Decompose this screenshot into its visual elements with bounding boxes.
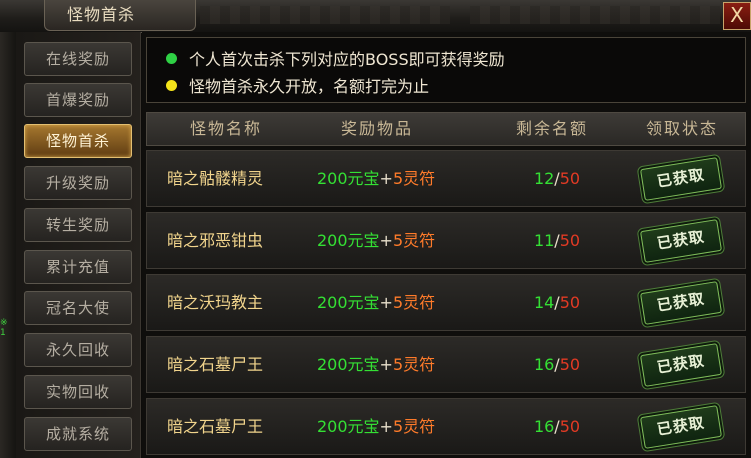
reward-plus: +: [379, 231, 393, 250]
claimed-stamp: 已获取: [639, 405, 723, 449]
table-row: 暗之邪恶钳虫 200元宝+5灵符 11/50 已获取: [146, 212, 746, 269]
reward-item: 200元宝+5灵符: [317, 213, 435, 268]
quota-remaining: 14: [533, 293, 555, 312]
green-dot-icon: [166, 53, 177, 64]
reward-ingot: 200元宝: [317, 355, 380, 374]
header-reward-item: 奖励物品: [340, 119, 413, 138]
reward-charm: 5灵符: [392, 355, 436, 374]
notice-line-availability: 怪物首杀永久开放，名额打完为止: [189, 77, 430, 96]
claimed-stamp: 已获取: [639, 281, 723, 325]
title-bar-ornament: [470, 6, 720, 24]
reward-ingot: 200元宝: [317, 231, 380, 250]
sidebar-item-achievement[interactable]: 成就系统: [24, 417, 132, 451]
table-row: 暗之石墓尸王 200元宝+5灵符 16/50 已获取: [146, 398, 746, 455]
reward-plus: +: [379, 355, 393, 374]
table-row: 暗之沃玛教主 200元宝+5灵符 14/50 已获取: [146, 274, 746, 331]
table-row: 暗之骷髅精灵 200元宝+5灵符 12/50 已获取: [146, 150, 746, 207]
monster-name: 暗之沃玛教主: [167, 293, 264, 312]
remaining-quota: 11/50: [507, 213, 607, 268]
reward-charm: 5灵符: [392, 169, 436, 188]
reward-ingot: 200元宝: [317, 417, 380, 436]
sidebar-item-permanent-recycle[interactable]: 永久回收: [24, 333, 132, 367]
notice-line-reward-rule: 个人首次击杀下列对应的BOSS即可获得奖励: [189, 50, 505, 69]
title-bar-ornament: [200, 6, 450, 24]
left-frame-edge: ※ 1: [0, 32, 16, 458]
sidebar-item-monster-first-kill[interactable]: 怪物首杀: [24, 124, 132, 158]
notice-box: 个人首次击杀下列对应的BOSS即可获得奖励 怪物首杀永久开放，名额打完为止: [146, 37, 746, 103]
remaining-quota: 12/50: [507, 151, 607, 206]
quota-remaining: 12: [533, 169, 555, 188]
remaining-quota: 14/50: [507, 275, 607, 330]
claimed-stamp: 已获取: [639, 343, 723, 387]
remaining-quota: 16/50: [507, 337, 607, 392]
reward-charm: 5灵符: [392, 231, 436, 250]
sidebar-item-title-ambassador[interactable]: 冠名大使: [24, 291, 132, 325]
sidebar-item-total-recharge[interactable]: 累计充值: [24, 250, 132, 284]
reward-item: 200元宝+5灵符: [317, 399, 435, 454]
monster-name: 暗之石墓尸王: [167, 417, 264, 436]
sidebar: 在线奖励 首爆奖励 怪物首杀 升级奖励 转生奖励 累计充值 冠名大使 永久回收 …: [16, 32, 141, 458]
quota-total: 50: [559, 417, 581, 436]
sidebar-item-first-drop-reward[interactable]: 首爆奖励: [24, 83, 132, 117]
header-monster-name: 怪物名称: [189, 119, 262, 138]
remaining-quota: 16/50: [507, 399, 607, 454]
claimed-stamp: 已获取: [639, 219, 723, 263]
window-title: 怪物首杀: [44, 0, 196, 31]
table-header: 怪物名称 奖励物品 剩余名额 领取状态: [146, 112, 746, 146]
reward-ingot: 200元宝: [317, 293, 380, 312]
reward-item: 200元宝+5灵符: [317, 337, 435, 392]
edge-hint-text: ※ 1: [0, 318, 8, 338]
reward-charm: 5灵符: [392, 293, 436, 312]
reward-charm: 5灵符: [392, 417, 436, 436]
quota-total: 50: [559, 231, 581, 250]
quota-remaining: 16: [533, 355, 555, 374]
sidebar-item-level-reward[interactable]: 升级奖励: [24, 166, 132, 200]
content-panel: 个人首次击杀下列对应的BOSS即可获得奖励 怪物首杀永久开放，名额打完为止 怪物…: [142, 32, 751, 458]
quota-total: 50: [559, 355, 581, 374]
reward-item: 200元宝+5灵符: [317, 151, 435, 206]
quota-remaining: 11: [533, 231, 555, 250]
sidebar-item-physical-recycle[interactable]: 实物回收: [24, 375, 132, 409]
reward-plus: +: [379, 293, 393, 312]
sidebar-item-online-reward[interactable]: 在线奖励: [24, 42, 132, 76]
yellow-dot-icon: [166, 80, 177, 91]
reward-ingot: 200元宝: [317, 169, 380, 188]
claimed-stamp: 已获取: [639, 157, 723, 201]
reward-plus: +: [379, 169, 393, 188]
monster-name: 暗之邪恶钳虫: [167, 231, 264, 250]
header-remaining-quota: 剩余名额: [515, 119, 588, 138]
reward-item: 200元宝+5灵符: [317, 275, 435, 330]
quota-total: 50: [559, 293, 581, 312]
monster-name: 暗之石墓尸王: [167, 355, 264, 374]
sidebar-item-rebirth-reward[interactable]: 转生奖励: [24, 208, 132, 242]
close-button[interactable]: X: [723, 2, 751, 30]
quota-remaining: 16: [533, 417, 555, 436]
monster-name: 暗之骷髅精灵: [167, 169, 264, 188]
quota-total: 50: [559, 169, 581, 188]
header-claim-status: 领取状态: [645, 119, 718, 138]
table-row: 暗之石墓尸王 200元宝+5灵符 16/50 已获取: [146, 336, 746, 393]
reward-plus: +: [379, 417, 393, 436]
